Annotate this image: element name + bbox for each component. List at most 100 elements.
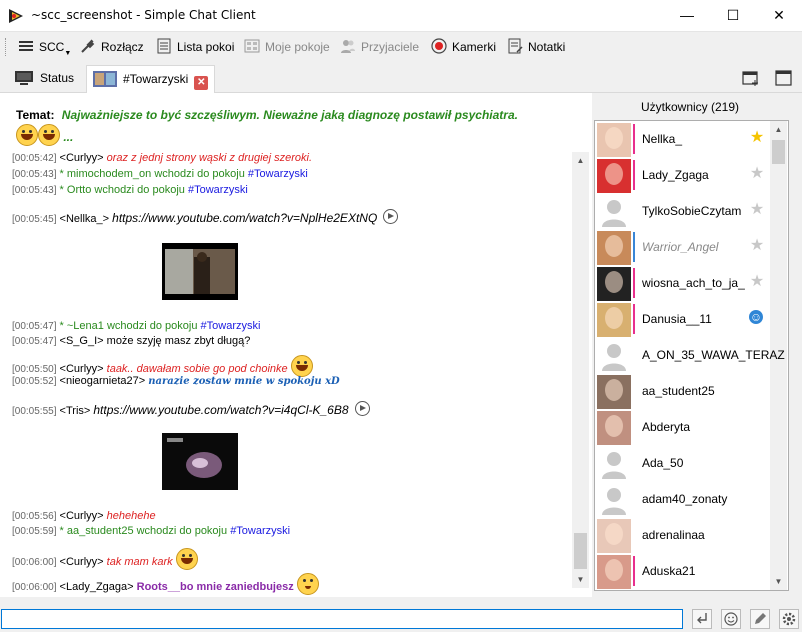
user-nick: Lady_Zgaga xyxy=(642,168,709,182)
chat-message: [00:05:59] * aa_student25 wchodzi do pok… xyxy=(12,525,291,537)
window-icon[interactable] xyxy=(775,69,793,87)
user-list-item[interactable]: A_ON_35_WAWA_TERAZ xyxy=(595,337,785,373)
avatar xyxy=(597,195,631,229)
user-list-item[interactable]: aa_student25 xyxy=(595,373,770,409)
channel-topic: Temat: Najważniejsze to być szczęśliwym.… xyxy=(16,107,586,146)
cameras-button[interactable]: Kamerki xyxy=(431,38,496,56)
scroll-down-icon[interactable]: ▼ xyxy=(572,571,589,588)
tab-towarzyski-label: #Towarzyski xyxy=(123,72,189,86)
settings-button[interactable] xyxy=(779,609,799,629)
star-icon[interactable]: ★ xyxy=(749,130,765,146)
send-button[interactable] xyxy=(692,609,712,629)
video-link[interactable]: https://www.youtube.com/watch?v=i4qCl-K_… xyxy=(93,403,348,417)
user-status-bar xyxy=(633,160,635,190)
video-link[interactable]: https://www.youtube.com/watch?v=NplHe2EX… xyxy=(112,211,377,225)
emoji-button[interactable] xyxy=(721,609,741,629)
message-input[interactable] xyxy=(1,609,683,629)
user-list-item[interactable]: Nellka_ ★ xyxy=(595,121,770,157)
chat-scrollbar[interactable]: ▲ ▼ xyxy=(572,152,589,588)
minimize-button[interactable]: — xyxy=(664,0,710,31)
video-thumbnail[interactable] xyxy=(162,433,238,490)
close-window-button[interactable]: ✕ xyxy=(756,0,802,31)
user-status-bar xyxy=(633,124,635,154)
users-scroll-thumb[interactable] xyxy=(772,140,785,164)
room-link[interactable]: #Towarzyski xyxy=(230,525,290,537)
cameras-label: Kamerki xyxy=(452,40,497,54)
laughing-emoji-icon xyxy=(38,124,60,146)
scroll-up-icon[interactable]: ▲ xyxy=(572,152,589,169)
star-icon[interactable]: ★ xyxy=(749,166,765,182)
room-list-button[interactable]: Lista pokoi xyxy=(156,38,234,56)
title-bar: ~scc_screenshot - Simple Chat Client — ☐… xyxy=(0,0,802,32)
user-list-item[interactable]: Aduska21 xyxy=(595,553,770,589)
close-tab-icon[interactable]: ✕ xyxy=(194,76,209,90)
user-list-item[interactable]: Abderyta xyxy=(595,409,770,445)
room-avatar-icon xyxy=(93,71,117,87)
input-bar xyxy=(0,607,802,632)
star-icon[interactable]: ★ xyxy=(749,274,765,290)
avatar xyxy=(597,267,631,301)
app-logo-icon xyxy=(9,9,23,23)
play-icon[interactable] xyxy=(383,209,399,224)
window-title: ~scc_screenshot - Simple Chat Client xyxy=(31,8,256,22)
user-icon[interactable]: ☺ xyxy=(749,310,763,324)
scroll-down-icon[interactable]: ▼ xyxy=(770,573,787,590)
room-link[interactable]: #Towarzyski xyxy=(201,320,261,332)
chat-message: [00:05:56] <Curlyy> hehehehe xyxy=(12,510,156,522)
user-nick: Ada_50 xyxy=(642,456,684,470)
chat-message: [00:05:42] <Curlyy> oraz z jednj strony … xyxy=(12,152,313,164)
user-list-item[interactable]: Lady_Zgaga ★ xyxy=(595,157,770,193)
friends-button[interactable]: Przyjaciele xyxy=(340,38,419,56)
user-nick: Warrior_Angel xyxy=(642,240,719,254)
chat-scroll-thumb[interactable] xyxy=(574,533,587,569)
video-thumbnail[interactable] xyxy=(162,243,238,300)
toolbar-grip[interactable] xyxy=(5,38,8,56)
avatar xyxy=(597,159,631,193)
user-list-item[interactable]: TylkoSobieCzytam ★ xyxy=(595,193,770,229)
tab-status[interactable]: Status xyxy=(8,65,80,91)
user-nick: aa_student25 xyxy=(642,384,715,398)
users-header: Użytkownicy (219) xyxy=(640,100,740,114)
user-list-item[interactable]: Danusia__11 ☺ xyxy=(595,301,770,337)
disconnect-label: Rozłącz xyxy=(101,40,144,54)
play-icon[interactable] xyxy=(354,401,370,416)
hamburger-menu-icon xyxy=(19,41,33,51)
user-list-item[interactable]: Ada_50 xyxy=(595,445,770,481)
tab-towarzyski[interactable]: #Towarzyski ✕ xyxy=(86,65,216,93)
user-list-item[interactable]: wiosna_ach_to_ja_ ★ xyxy=(595,265,770,301)
pencil-icon xyxy=(755,613,766,624)
chat-message: [00:06:00] <Lady_Zgaga> Roots__bo mnie z… xyxy=(12,573,319,595)
user-list-item[interactable]: adrenalinaa xyxy=(595,517,770,553)
user-nick: wiosna_ach_to_ja_ xyxy=(642,276,745,290)
user-status-bar xyxy=(633,268,635,298)
star-icon[interactable]: ★ xyxy=(749,238,765,254)
chat-message: [00:05:43] * mimochodem_on wchodzi do po… xyxy=(12,168,308,180)
chat-message: [00:05:52] <nieogarnieta27> narazie zost… xyxy=(12,375,340,387)
notes-icon xyxy=(508,38,523,54)
my-rooms-button[interactable]: Moje pokoje xyxy=(244,38,330,56)
scc-menu-label: SCC xyxy=(39,40,65,54)
users-icon xyxy=(341,40,355,53)
avatar xyxy=(597,123,631,157)
user-list-item[interactable]: Warrior_Angel ★ xyxy=(595,229,770,265)
scc-menu-button[interactable]: SCC▼ xyxy=(18,38,71,57)
user-status-bar xyxy=(633,556,635,586)
friends-label: Przyjaciele xyxy=(361,40,420,54)
maximize-button[interactable]: ☐ xyxy=(710,0,756,31)
user-nick: TylkoSobieCzytam xyxy=(642,204,742,218)
scroll-up-icon[interactable]: ▲ xyxy=(770,121,787,138)
chat-message: [00:05:43] * Ortto wchodzi do pokoju #To… xyxy=(12,184,248,196)
room-link[interactable]: #Towarzyski xyxy=(248,168,308,180)
star-icon[interactable]: ★ xyxy=(749,202,765,218)
user-nick: Aduska21 xyxy=(642,564,696,578)
user-list-item[interactable]: adam40_zonaty xyxy=(595,481,770,517)
user-nick: Abderyta xyxy=(642,420,691,434)
avatar xyxy=(597,411,631,445)
disconnect-button[interactable]: Rozłącz xyxy=(80,38,144,56)
notes-button[interactable]: Notatki xyxy=(507,38,565,56)
room-link[interactable]: #Towarzyski xyxy=(188,184,248,196)
room-list-label: Lista pokoi xyxy=(177,40,235,54)
users-list[interactable]: ▲ ▼ Nellka_ ★ Lady_Zgaga ★ TylkoSobieCzytam ★… xyxy=(594,120,789,591)
format-button[interactable] xyxy=(750,609,770,629)
new-window-icon[interactable] xyxy=(742,69,760,87)
